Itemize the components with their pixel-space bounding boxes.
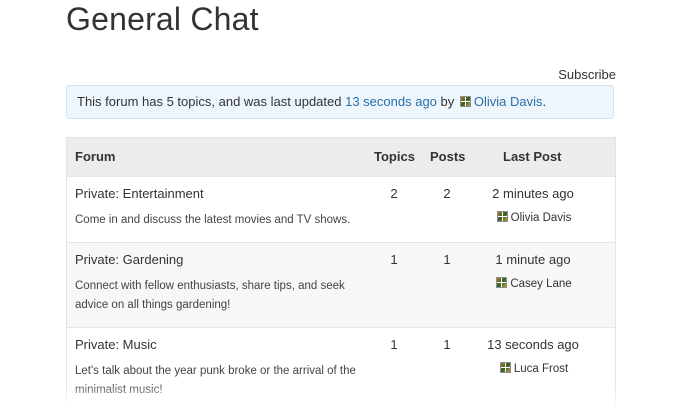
table-row: Private: Entertainment Come in and discu… [67,176,615,242]
post-count: 2 [443,186,451,201]
notice-by: by [440,94,455,109]
header-forum: Forum [75,149,116,164]
topic-count: 2 [390,186,398,201]
forum-page: General Chat Subscribe This forum has 5 … [0,0,680,407]
forum-title-link[interactable]: Private: Entertainment [75,186,204,201]
last-post-author[interactable]: Luca Frost [467,362,599,375]
user-avatar-icon [496,277,508,288]
forum-description: Come in and discuss the latest movies an… [75,214,351,226]
notice-prefix: This forum has 5 topics, and was last up… [77,94,342,109]
user-avatar-icon [499,362,511,373]
page-title: General Chat [66,1,259,37]
last-post-time-link[interactable]: 2 minutes ago [467,186,599,201]
notice-suffix: . [542,94,547,109]
last-post-author-name[interactable]: Casey Lane [510,278,571,290]
table-row: Private: Music Let's talk about the year… [67,327,615,407]
header-topics: Topics [374,149,415,164]
last-post-author[interactable]: Olivia Davis [467,211,599,224]
last-post-author-name[interactable]: Luca Frost [514,363,568,375]
last-updated-link[interactable]: 13 seconds ago [345,94,437,109]
table-row: Private: Gardening Connect with fellow e… [67,242,615,327]
forum-title-link[interactable]: Private: Gardening [75,252,183,267]
forum-info-notice: This forum has 5 topics, and was last up… [66,85,614,119]
forum-table: Forum Topics Posts Last Post Private: En… [66,137,616,407]
header-posts: Posts [430,149,466,164]
last-post-time-link[interactable]: 1 minute ago [467,252,599,267]
header-last-post: Last Post [503,149,562,164]
subscribe-link[interactable]: Subscribe [558,67,616,82]
user-avatar-icon [496,211,508,222]
user-avatar-icon[interactable] [459,96,471,107]
topic-count: 1 [390,252,398,267]
last-user-link[interactable]: Olivia Davis [474,94,543,109]
topic-count: 1 [390,337,398,352]
forum-title-link[interactable]: Private: Music [75,337,157,352]
last-post-author[interactable]: Casey Lane [467,277,599,290]
forum-description: Let's talk about the year punk broke or … [75,365,356,396]
forum-description: Connect with fellow enthusiasts, share t… [75,280,345,311]
table-header: Forum Topics Posts Last Post [67,138,615,176]
last-post-author-name[interactable]: Olivia Davis [511,212,572,224]
last-post-time-link[interactable]: 13 seconds ago [467,337,599,352]
post-count: 1 [443,252,451,267]
post-count: 1 [443,337,451,352]
